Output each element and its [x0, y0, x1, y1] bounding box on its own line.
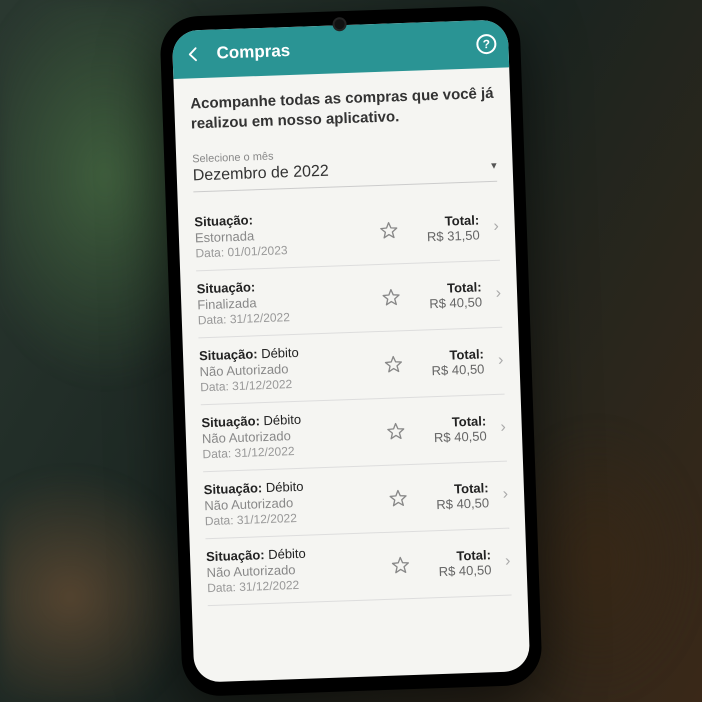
purchase-item[interactable]: Situação:EstornadaData: 01/01/2023 Total:…	[194, 193, 500, 271]
header-title: Compras	[216, 35, 463, 64]
item-info: Situação: DébitoNão AutorizadoData: 31/1…	[206, 543, 380, 595]
item-total: Total:R$ 40,50	[418, 480, 489, 512]
item-info: Situação: DébitoNão AutorizadoData: 31/1…	[199, 342, 373, 394]
star-icon	[390, 555, 411, 576]
total-value: R$ 40,50	[419, 495, 489, 512]
intro-text: Acompanhe todas as compras que você já r…	[190, 84, 495, 135]
star-icon	[387, 488, 408, 509]
star-icon	[383, 354, 404, 375]
purchase-list: Situação:EstornadaData: 01/01/2023 Total:…	[194, 193, 512, 605]
chevron-right-icon: ›	[496, 418, 506, 436]
item-info: Situação: DébitoNão AutorizadoData: 31/1…	[201, 409, 375, 461]
favorite-button[interactable]	[379, 286, 402, 309]
item-info: Situação:FinalizadaData: 31/12/2022	[196, 275, 370, 327]
favorite-button[interactable]	[384, 420, 407, 443]
star-icon	[378, 220, 399, 241]
back-button[interactable]	[184, 45, 203, 64]
chevron-right-icon: ›	[491, 284, 501, 302]
help-button[interactable]: ?	[476, 34, 497, 55]
item-total: Total:R$ 40,50	[416, 413, 487, 445]
chevron-right-icon: ›	[494, 351, 504, 369]
screen: Compras ? Acompanhe todas as compras que…	[172, 19, 531, 682]
chevron-right-icon: ›	[501, 552, 511, 570]
purchase-item[interactable]: Situação: DébitoNão AutorizadoData: 31/1…	[203, 461, 509, 539]
total-label: Total:	[411, 279, 481, 296]
item-info: Situação:EstornadaData: 01/01/2023	[194, 208, 368, 260]
month-select-value: Dezembro de 2022	[192, 162, 329, 185]
chevron-right-icon: ›	[489, 217, 499, 235]
item-info: Situação: DébitoNão AutorizadoData: 31/1…	[203, 476, 377, 528]
total-value: R$ 40,50	[421, 562, 491, 579]
total-value: R$ 40,50	[416, 428, 486, 445]
favorite-button[interactable]	[377, 219, 400, 242]
purchase-item[interactable]: Situação:FinalizadaData: 31/12/2022 Total…	[196, 260, 502, 338]
star-icon	[385, 421, 406, 442]
item-total: Total:R$ 40,50	[421, 547, 492, 579]
content-area: Acompanhe todas as compras que você já r…	[173, 67, 530, 682]
chevron-left-icon	[184, 45, 203, 64]
purchase-item[interactable]: Situação: DébitoNão AutorizadoData: 31/1…	[198, 327, 504, 405]
phone-frame: Compras ? Acompanhe todas as compras que…	[159, 5, 543, 697]
favorite-button[interactable]	[382, 353, 405, 376]
total-value: R$ 31,50	[409, 227, 479, 244]
help-icon: ?	[482, 37, 490, 51]
purchase-item[interactable]: Situação: DébitoNão AutorizadoData: 31/1…	[201, 394, 507, 472]
total-value: R$ 40,50	[414, 361, 484, 378]
caret-down-icon: ▾	[491, 159, 497, 172]
item-total: Total:R$ 40,50	[411, 279, 482, 311]
chevron-right-icon: ›	[498, 485, 508, 503]
star-icon	[380, 287, 401, 308]
item-total: Total:R$ 31,50	[409, 212, 480, 244]
total-label: Total:	[418, 480, 488, 497]
purchase-item[interactable]: Situação: DébitoNão AutorizadoData: 31/1…	[205, 528, 511, 606]
total-value: R$ 40,50	[412, 294, 482, 311]
item-total: Total:R$ 40,50	[414, 346, 485, 378]
favorite-button[interactable]	[386, 487, 409, 510]
favorite-button[interactable]	[389, 554, 412, 577]
